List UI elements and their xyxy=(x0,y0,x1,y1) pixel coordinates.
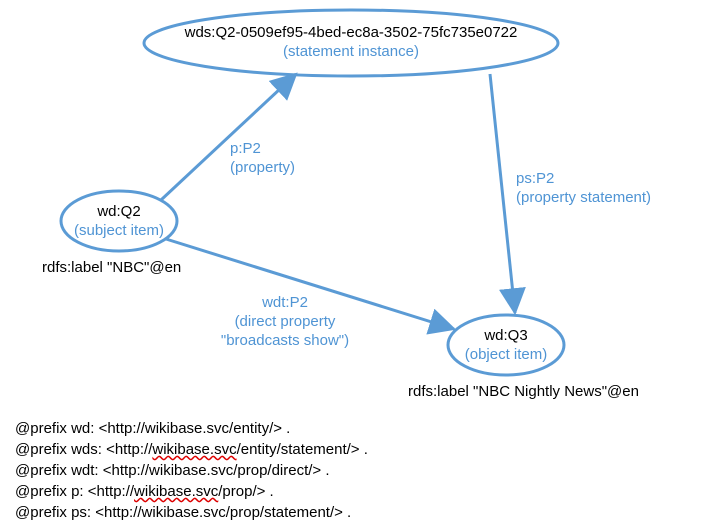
edge-wdt xyxy=(166,239,454,329)
prefix-wds: @prefix wds: <http://wikibase.svc/entity… xyxy=(15,439,368,460)
node-statement xyxy=(144,10,558,76)
edge-ps xyxy=(490,74,515,313)
prefix-ps: @prefix ps: <http://wikibase.svc/prop/st… xyxy=(15,502,368,523)
prefix-p: @prefix p: <http://wikibase.svc/prop/> . xyxy=(15,481,368,502)
node-object xyxy=(448,315,564,375)
prefix-wd: @prefix wd: <http://wikibase.svc/entity/… xyxy=(15,418,368,439)
edge-p xyxy=(161,74,296,200)
prefix-block: @prefix wd: <http://wikibase.svc/entity/… xyxy=(15,418,368,523)
node-subject xyxy=(61,191,177,251)
prefix-wdt: @prefix wdt: <http://wikibase.svc/prop/d… xyxy=(15,460,368,481)
